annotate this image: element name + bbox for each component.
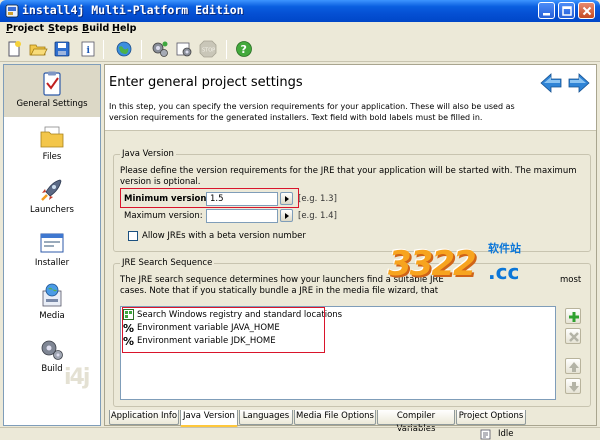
allow-beta-checkbox[interactable] (128, 231, 138, 241)
sidebar-item-installer[interactable]: Installer (4, 224, 100, 276)
maximum-version-picker-button[interactable] (280, 209, 293, 222)
maximum-version-field[interactable] (206, 209, 278, 223)
close-icon (582, 6, 592, 16)
toolbar-separator (103, 40, 104, 59)
menu-steps[interactable]: Steps (48, 23, 78, 34)
folder-icon (40, 126, 64, 148)
sidebar-item-label: Media (39, 311, 65, 321)
tab-project-options[interactable]: Project Options (456, 410, 526, 425)
jre-search-group: JRE Search Sequence The JRE search seque… (113, 258, 591, 407)
sidebar-item-general-settings[interactable]: General Settings (4, 65, 100, 117)
sidebar-item-label: Files (42, 152, 62, 162)
svg-text:STOP: STOP (202, 48, 215, 54)
sidebar-item-media[interactable]: Media (4, 277, 100, 329)
highlight-box (122, 307, 325, 353)
tab-compiler-variables[interactable]: Compiler Variables (377, 410, 455, 434)
close-button[interactable] (578, 2, 595, 19)
back-arrow-icon[interactable] (540, 73, 562, 93)
open-project-icon[interactable] (28, 39, 48, 59)
forward-arrow-icon[interactable] (568, 73, 590, 93)
page-description: In this step, you can specify the versio… (109, 102, 515, 122)
remove-entry-button[interactable] (565, 328, 581, 344)
jre-search-description-end: most (560, 275, 582, 285)
toolbar-separator (226, 40, 227, 59)
project-info-icon[interactable]: i (78, 39, 98, 59)
menu-build[interactable]: Build (82, 23, 109, 34)
maximize-button[interactable] (558, 2, 575, 19)
step-header: Enter general project settings In this s… (105, 65, 596, 131)
java-version-group: Java Version Please define the version r… (113, 149, 591, 252)
new-project-icon[interactable] (4, 39, 24, 59)
steps-sidebar: General Settings Files Launchers Install… (3, 64, 101, 426)
checklist-icon (43, 71, 61, 96)
save-project-icon[interactable] (52, 39, 72, 59)
media-icon (42, 283, 62, 307)
menu-help[interactable]: Help (112, 23, 136, 34)
maximum-version-hint: [e.g. 1.4] (298, 211, 337, 221)
sidebar-item-launchers[interactable]: Launchers (4, 171, 100, 223)
status-text: Idle (498, 429, 514, 439)
maximum-version-label: Maximum version: (124, 211, 203, 221)
add-entry-button[interactable] (565, 308, 581, 324)
install4j-logo: i4j (64, 365, 90, 390)
build-settings-icon[interactable] (174, 39, 194, 59)
sidebar-item-label: Installer (34, 258, 70, 268)
build-gear-icon[interactable] (150, 39, 170, 59)
tab-languages[interactable]: Languages (239, 410, 293, 425)
window-title: install4j Multi-Platform Edition (22, 3, 244, 17)
tab-java-version[interactable]: Java Version (180, 410, 238, 427)
menu-project[interactable]: Project (6, 23, 44, 34)
toolbar-separator (141, 40, 142, 59)
svg-text:?: ? (241, 43, 247, 56)
installer-window-icon (40, 233, 64, 253)
rocket-icon (41, 179, 62, 201)
java-version-group-title: Java Version (120, 149, 176, 159)
move-up-button[interactable] (565, 358, 581, 374)
jre-search-description-line2: cases. Note that if you statically bundl… (120, 286, 439, 296)
page-title: Enter general project settings (109, 75, 303, 90)
arrow-up-icon (569, 362, 579, 372)
tab-application-info[interactable]: Application Info (109, 410, 179, 425)
arrow-down-icon (569, 382, 579, 392)
globe-icon[interactable] (114, 39, 134, 59)
sidebar-item-label: Launchers (30, 205, 74, 215)
status-bar: Idle (0, 427, 600, 440)
help-icon[interactable]: ? (234, 39, 254, 59)
allow-beta-label: Allow JREs with a beta version number (142, 231, 306, 241)
toolbar: i STOP ? (0, 37, 600, 62)
java-version-description: Please define the version requirements f… (120, 166, 577, 187)
app-icon (5, 4, 19, 18)
plus-icon (569, 312, 579, 322)
jre-search-group-title: JRE Search Sequence (120, 258, 215, 268)
minimum-version-hint: [e.g. 1.3] (298, 194, 337, 204)
sidebar-item-files[interactable]: Files (4, 118, 100, 170)
move-down-button[interactable] (565, 378, 581, 394)
highlight-box (120, 188, 299, 208)
tab-media-file-options[interactable]: Media File Options (294, 410, 376, 425)
sidebar-item-label: General Settings (16, 99, 88, 109)
jre-search-description-line1: The JRE search sequence determines how y… (120, 275, 444, 285)
status-idle-icon (480, 429, 491, 440)
maximize-icon (562, 6, 572, 16)
minimize-button[interactable] (538, 2, 555, 19)
minimize-icon (543, 13, 550, 16)
svg-text:i: i (87, 46, 91, 56)
menu-bar: Project Steps Build Help (0, 22, 600, 37)
stop-build-icon[interactable]: STOP (198, 39, 218, 59)
gears-icon (41, 340, 63, 360)
remove-icon (569, 332, 579, 342)
title-bar: install4j Multi-Platform Edition (0, 0, 600, 22)
main-panel: Enter general project settings In this s… (104, 64, 597, 434)
